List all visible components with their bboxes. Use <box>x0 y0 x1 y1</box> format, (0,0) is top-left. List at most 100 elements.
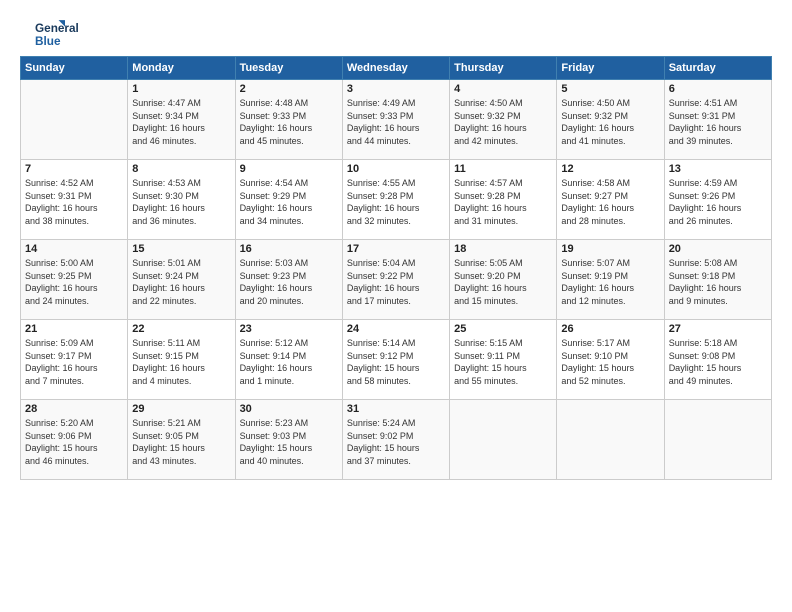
day-number: 24 <box>347 323 445 335</box>
day-info: Sunrise: 4:50 AM Sunset: 9:32 PM Dayligh… <box>561 97 659 147</box>
calendar-cell: 6 Sunrise: 4:51 AM Sunset: 9:31 PM Daylig… <box>664 80 771 160</box>
day-info: Sunrise: 5:17 AM Sunset: 9:10 PM Dayligh… <box>561 337 659 387</box>
day-number: 25 <box>454 323 552 335</box>
calendar-cell: 29 Sunrise: 5:21 AM Sunset: 9:05 PM Dayli… <box>128 400 235 480</box>
calendar-cell: 31 Sunrise: 5:24 AM Sunset: 9:02 PM Dayli… <box>342 400 449 480</box>
calendar-cell: 24Sunrise: 5:14 AM Sunset: 9:12 PM Dayli… <box>342 320 449 400</box>
svg-text:Blue: Blue <box>35 35 61 48</box>
calendar-cell: 2 Sunrise: 4:48 AM Sunset: 9:33 PM Daylig… <box>235 80 342 160</box>
day-info: Sunrise: 5:01 AM Sunset: 9:24 PM Dayligh… <box>132 257 230 307</box>
day-info: Sunrise: 5:09 AM Sunset: 9:17 PM Dayligh… <box>25 337 123 387</box>
calendar-table: SundayMondayTuesdayWednesdayThursdayFrid… <box>20 56 772 480</box>
logo-icon: General Blue <box>20 18 80 48</box>
day-info: Sunrise: 5:21 AM Sunset: 9:05 PM Dayligh… <box>132 417 230 467</box>
day-info: Sunrise: 4:55 AM Sunset: 9:28 PM Dayligh… <box>347 177 445 227</box>
calendar-cell: 27 Sunrise: 5:18 AM Sunset: 9:08 PM Dayli… <box>664 320 771 400</box>
header: General Blue <box>20 18 772 48</box>
day-number: 27 <box>669 323 767 335</box>
calendar-cell: 19 Sunrise: 5:07 AM Sunset: 9:19 PM Dayli… <box>557 240 664 320</box>
calendar-cell: 21 Sunrise: 5:09 AM Sunset: 9:17 PM Dayli… <box>21 320 128 400</box>
calendar-cell: 18Sunrise: 5:05 AM Sunset: 9:20 PM Dayli… <box>450 240 557 320</box>
day-number: 1 <box>132 83 230 95</box>
day-info: Sunrise: 5:23 AM Sunset: 9:03 PM Dayligh… <box>240 417 338 467</box>
day-number: 5 <box>561 83 659 95</box>
day-info: Sunrise: 4:47 AM Sunset: 9:34 PM Dayligh… <box>132 97 230 147</box>
day-number: 23 <box>240 323 338 335</box>
day-number: 6 <box>669 83 767 95</box>
weekday-header-row: SundayMondayTuesdayWednesdayThursdayFrid… <box>21 57 772 80</box>
week-row-1: 1 Sunrise: 4:47 AM Sunset: 9:34 PM Daylig… <box>21 80 772 160</box>
day-info: Sunrise: 5:00 AM Sunset: 9:25 PM Dayligh… <box>25 257 123 307</box>
calendar-cell <box>21 80 128 160</box>
calendar-cell: 8Sunrise: 4:53 AM Sunset: 9:30 PM Daylig… <box>128 160 235 240</box>
day-number: 19 <box>561 243 659 255</box>
day-info: Sunrise: 4:48 AM Sunset: 9:33 PM Dayligh… <box>240 97 338 147</box>
weekday-header-monday: Monday <box>128 57 235 80</box>
day-number: 16 <box>240 243 338 255</box>
calendar-cell: 15Sunrise: 5:01 AM Sunset: 9:24 PM Dayli… <box>128 240 235 320</box>
day-info: Sunrise: 4:52 AM Sunset: 9:31 PM Dayligh… <box>25 177 123 227</box>
day-info: Sunrise: 4:57 AM Sunset: 9:28 PM Dayligh… <box>454 177 552 227</box>
day-info: Sunrise: 5:07 AM Sunset: 9:19 PM Dayligh… <box>561 257 659 307</box>
calendar-cell: 3 Sunrise: 4:49 AM Sunset: 9:33 PM Daylig… <box>342 80 449 160</box>
svg-text:General: General <box>35 22 79 35</box>
day-number: 21 <box>25 323 123 335</box>
day-number: 2 <box>240 83 338 95</box>
day-info: Sunrise: 5:05 AM Sunset: 9:20 PM Dayligh… <box>454 257 552 307</box>
calendar-cell: 23 Sunrise: 5:12 AM Sunset: 9:14 PM Dayli… <box>235 320 342 400</box>
calendar-cell: 20Sunrise: 5:08 AM Sunset: 9:18 PM Dayli… <box>664 240 771 320</box>
day-number: 28 <box>25 403 123 415</box>
day-number: 4 <box>454 83 552 95</box>
calendar-cell: 12 Sunrise: 4:58 AM Sunset: 9:27 PM Dayli… <box>557 160 664 240</box>
day-info: Sunrise: 4:53 AM Sunset: 9:30 PM Dayligh… <box>132 177 230 227</box>
calendar-cell: 25Sunrise: 5:15 AM Sunset: 9:11 PM Dayli… <box>450 320 557 400</box>
day-info: Sunrise: 5:03 AM Sunset: 9:23 PM Dayligh… <box>240 257 338 307</box>
calendar-cell: 14 Sunrise: 5:00 AM Sunset: 9:25 PM Dayli… <box>21 240 128 320</box>
day-number: 20 <box>669 243 767 255</box>
calendar-cell: 1 Sunrise: 4:47 AM Sunset: 9:34 PM Daylig… <box>128 80 235 160</box>
day-number: 17 <box>347 243 445 255</box>
day-info: Sunrise: 5:04 AM Sunset: 9:22 PM Dayligh… <box>347 257 445 307</box>
week-row-2: 7 Sunrise: 4:52 AM Sunset: 9:31 PM Daylig… <box>21 160 772 240</box>
calendar-cell: 4 Sunrise: 4:50 AM Sunset: 9:32 PM Daylig… <box>450 80 557 160</box>
day-number: 26 <box>561 323 659 335</box>
calendar-cell: 13 Sunrise: 4:59 AM Sunset: 9:26 PM Dayli… <box>664 160 771 240</box>
calendar-cell: 10Sunrise: 4:55 AM Sunset: 9:28 PM Dayli… <box>342 160 449 240</box>
page: General Blue SundayMondayTuesdayWednesda… <box>0 0 792 612</box>
day-number: 22 <box>132 323 230 335</box>
day-info: Sunrise: 5:12 AM Sunset: 9:14 PM Dayligh… <box>240 337 338 387</box>
day-number: 12 <box>561 163 659 175</box>
day-number: 3 <box>347 83 445 95</box>
calendar-cell: 17 Sunrise: 5:04 AM Sunset: 9:22 PM Dayli… <box>342 240 449 320</box>
weekday-header-wednesday: Wednesday <box>342 57 449 80</box>
day-number: 13 <box>669 163 767 175</box>
day-number: 14 <box>25 243 123 255</box>
week-row-4: 21 Sunrise: 5:09 AM Sunset: 9:17 PM Dayli… <box>21 320 772 400</box>
day-info: Sunrise: 4:54 AM Sunset: 9:29 PM Dayligh… <box>240 177 338 227</box>
day-number: 31 <box>347 403 445 415</box>
day-info: Sunrise: 4:50 AM Sunset: 9:32 PM Dayligh… <box>454 97 552 147</box>
calendar-cell: 28Sunrise: 5:20 AM Sunset: 9:06 PM Dayli… <box>21 400 128 480</box>
day-info: Sunrise: 4:59 AM Sunset: 9:26 PM Dayligh… <box>669 177 767 227</box>
weekday-header-thursday: Thursday <box>450 57 557 80</box>
calendar-cell: 26 Sunrise: 5:17 AM Sunset: 9:10 PM Dayli… <box>557 320 664 400</box>
day-info: Sunrise: 4:51 AM Sunset: 9:31 PM Dayligh… <box>669 97 767 147</box>
calendar-cell <box>557 400 664 480</box>
calendar-cell: 7 Sunrise: 4:52 AM Sunset: 9:31 PM Daylig… <box>21 160 128 240</box>
day-number: 9 <box>240 163 338 175</box>
logo: General Blue <box>20 18 84 48</box>
day-number: 29 <box>132 403 230 415</box>
weekday-header-tuesday: Tuesday <box>235 57 342 80</box>
weekday-header-sunday: Sunday <box>21 57 128 80</box>
calendar-cell <box>450 400 557 480</box>
calendar-cell: 11 Sunrise: 4:57 AM Sunset: 9:28 PM Dayli… <box>450 160 557 240</box>
day-info: Sunrise: 5:24 AM Sunset: 9:02 PM Dayligh… <box>347 417 445 467</box>
day-info: Sunrise: 4:49 AM Sunset: 9:33 PM Dayligh… <box>347 97 445 147</box>
calendar-cell: 5 Sunrise: 4:50 AM Sunset: 9:32 PM Daylig… <box>557 80 664 160</box>
day-number: 7 <box>25 163 123 175</box>
day-info: Sunrise: 5:18 AM Sunset: 9:08 PM Dayligh… <box>669 337 767 387</box>
day-info: Sunrise: 4:58 AM Sunset: 9:27 PM Dayligh… <box>561 177 659 227</box>
day-number: 11 <box>454 163 552 175</box>
calendar-cell: 9 Sunrise: 4:54 AM Sunset: 9:29 PM Daylig… <box>235 160 342 240</box>
calendar-cell: 22Sunrise: 5:11 AM Sunset: 9:15 PM Dayli… <box>128 320 235 400</box>
